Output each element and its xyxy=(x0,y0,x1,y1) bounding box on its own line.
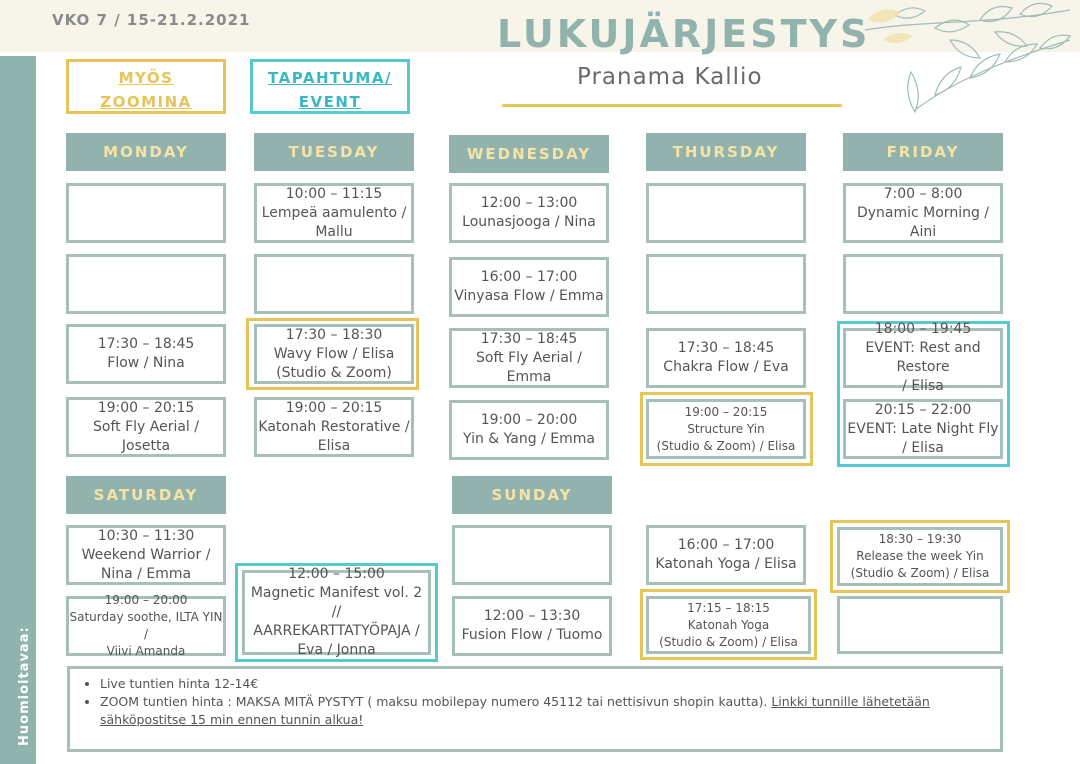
class-slot: 12:00 – 13:30 Fusion Flow / Tuomo xyxy=(452,596,612,656)
class-slot: 18:00 – 19:45 EVENT: Rest and Restore / … xyxy=(843,321,1003,394)
note-zoom-price: ZOOM tuntien hinta : MAKSA MITÄ PYSTYT (… xyxy=(100,693,990,729)
notes-sidebar: Huomioitavaa: xyxy=(0,56,36,764)
class-slot: 18:30 – 19:30 Release the week Yin (Stud… xyxy=(837,527,1003,586)
class-slot: 16:00 – 17:00 Vinyasa Flow / Emma xyxy=(449,257,609,317)
class-slot: 12:00 – 13:00 Lounasjooga / Nina xyxy=(449,183,609,243)
legend-event: TAPAHTUMA/ EVENT xyxy=(250,59,410,114)
class-slot-empty xyxy=(646,254,806,314)
leaf-decoration-icon xyxy=(864,2,1072,114)
class-slot-empty xyxy=(843,254,1003,314)
class-slot: 19:00 – 20:15 Structure Yin (Studio & Zo… xyxy=(646,399,806,459)
class-slot: 17:15 – 18:15 Katonah Yoga (Studio & Zoo… xyxy=(646,596,811,654)
page-title: LUKUJÄRJESTYS xyxy=(497,12,871,56)
class-slot-empty xyxy=(837,596,1003,654)
week-label: VKO 7 / 15-21.2.2021 xyxy=(52,11,251,29)
class-slot-empty xyxy=(646,183,806,243)
day-header-saturday: SATURDAY xyxy=(66,476,226,514)
class-slot-empty xyxy=(66,254,226,314)
studio-name: Pranama Kallio xyxy=(577,64,763,90)
day-header-tuesday: TUESDAY xyxy=(254,133,414,171)
sidebar-label: Huomioitavaa: xyxy=(17,626,32,746)
class-slot-empty xyxy=(254,254,414,314)
note-zoom-text: ZOOM tuntien hinta : MAKSA MITÄ PYSTYT (… xyxy=(100,694,772,709)
class-slot: 17:30 – 18:45 Chakra Flow / Eva xyxy=(646,328,806,388)
class-slot: 17:30 – 18:45 Soft Fly Aerial / Emma xyxy=(449,328,609,388)
class-slot: 19:00 – 20:00 Yin & Yang / Emma xyxy=(449,400,609,460)
class-slot: 12:00 – 15:00 Magnetic Manifest vol. 2 /… xyxy=(242,566,431,658)
class-slot: 20:15 – 22:00 EVENT: Late Night Fly / El… xyxy=(843,399,1003,459)
legend-zoom: MYÖS ZOOMINA xyxy=(66,59,226,114)
class-slot-empty xyxy=(452,525,612,585)
notes-box: Live tuntien hinta 12-14€ ZOOM tuntien h… xyxy=(67,666,1003,752)
note-live-price: Live tuntien hinta 12-14€ xyxy=(100,675,990,693)
day-header-friday: FRIDAY xyxy=(843,133,1003,171)
class-slot: 7:00 – 8:00 Dynamic Morning / Aini xyxy=(843,183,1003,243)
day-header-thursday: THURSDAY xyxy=(646,133,806,171)
class-slot: 10:00 – 11:15 Lempeä aamulento / Mallu xyxy=(254,183,414,243)
class-slot: 10:30 – 11:30 Weekend Warrior / Nina / E… xyxy=(66,525,226,585)
brush-underline xyxy=(502,104,842,107)
class-slot: 19:00 – 20:00 Saturday soothe, ILTA YIN … xyxy=(66,593,226,658)
day-header-monday: MONDAY xyxy=(66,133,226,171)
class-slot: 19:00 – 20:15 Katonah Restorative / Elis… xyxy=(254,397,414,457)
day-header-sunday: SUNDAY xyxy=(452,476,612,514)
class-slot: 19:00 – 20:15 Soft Fly Aerial / Josetta xyxy=(66,397,226,457)
class-slot: 17:30 – 18:30 Wavy Flow / Elisa (Studio … xyxy=(254,324,414,384)
class-slot: 16:00 – 17:00 Katonah Yoga / Elisa xyxy=(646,525,806,585)
day-header-wednesday: WEDNESDAY xyxy=(449,135,609,173)
class-slot-empty xyxy=(66,183,226,243)
class-slot: 17:30 – 18:45 Flow / Nina xyxy=(66,324,226,384)
